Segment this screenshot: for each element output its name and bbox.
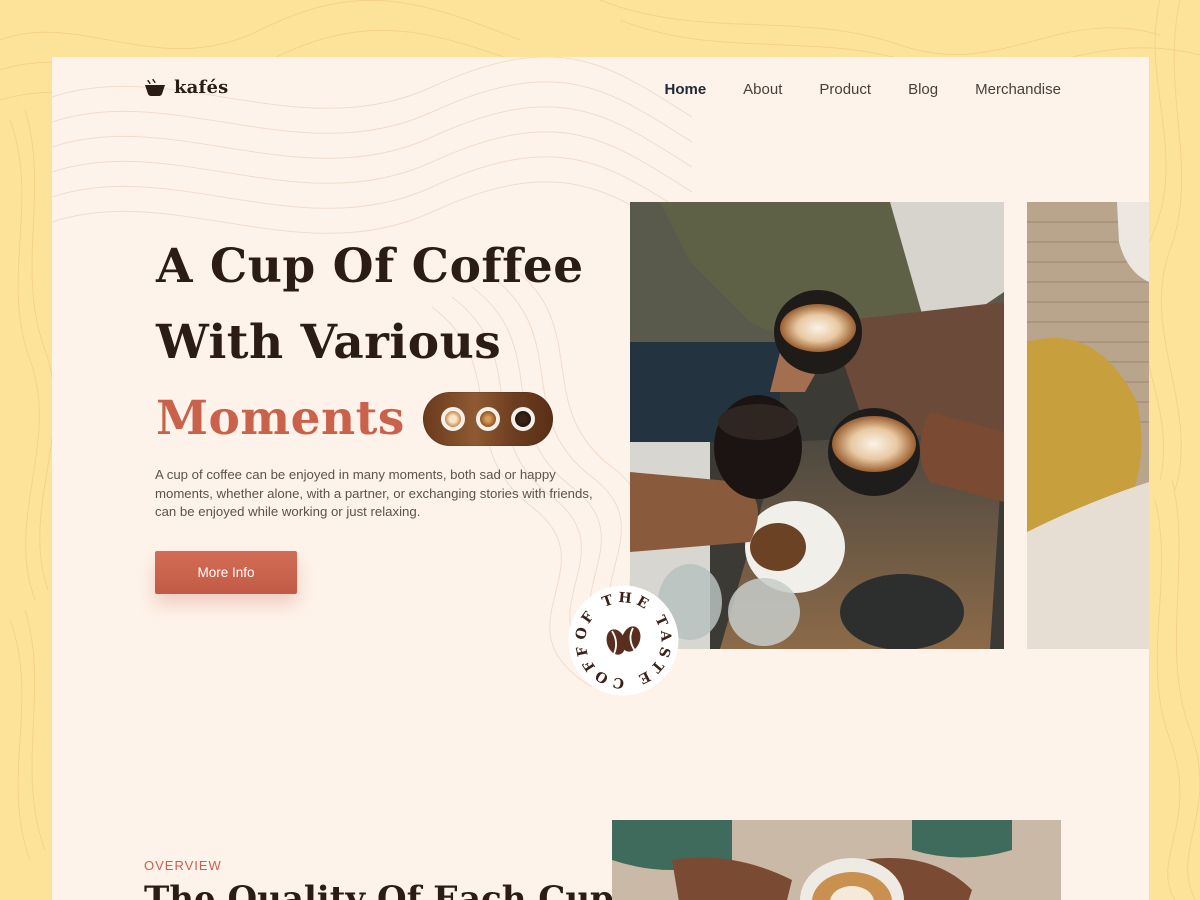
more-info-button[interactable]: More Info [155, 551, 297, 594]
headline-line-2: With Various [156, 315, 502, 370]
overview-photo-latte-hands [612, 820, 1061, 900]
hero-photo-coffee-toast [630, 202, 1004, 649]
landing-page-card: kafés Home About Product Blog Merchandis… [52, 57, 1149, 900]
overview-title: The Quality Of Each Cup [144, 879, 614, 900]
coffee-cups-image [422, 392, 553, 446]
headline-accent-word: Moments [156, 391, 405, 446]
taste-coffee-badge: OF THE TASTE COFFEE [567, 584, 679, 696]
hero-headline: A Cup Of Coffee With Various Moments [156, 229, 584, 457]
coffee-beans-cup-icon [510, 407, 535, 431]
nav-item-blog[interactable]: Blog [908, 81, 938, 98]
headline-line-3-row: Moments [156, 381, 584, 457]
nav-item-merchandise[interactable]: Merchandise [975, 81, 1061, 98]
espresso-cup-icon [475, 407, 500, 431]
main-navigation: Home About Product Blog Merchandise [664, 81, 1061, 98]
coffee-cup-icon [145, 78, 165, 96]
nav-item-home[interactable]: Home [664, 81, 706, 98]
hero-description: A cup of coffee can be enjoyed in many m… [155, 467, 593, 519]
latte-cup-icon [440, 407, 465, 431]
headline-line-1: A Cup Of Coffee [156, 239, 584, 294]
nav-item-about[interactable]: About [743, 81, 782, 98]
overview-label: OVERVIEW [144, 858, 222, 873]
side-photo-cushions [1027, 202, 1149, 649]
nav-item-product[interactable]: Product [819, 81, 871, 98]
brand-logo[interactable]: kafés [144, 77, 228, 98]
brand-name: kafés [174, 77, 229, 98]
